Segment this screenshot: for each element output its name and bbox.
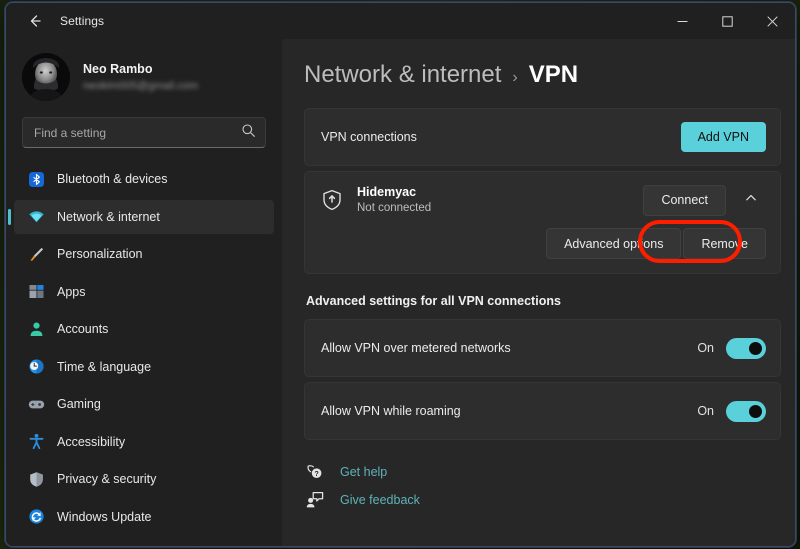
vpn-entry-card: Hidemyac Not connected Connect Advanced …	[304, 171, 781, 274]
main-content: Network & internet › VPN VPN connections…	[282, 39, 795, 546]
sidebar-item-accessibility[interactable]: Accessibility	[14, 425, 274, 459]
give-feedback-label: Give feedback	[340, 493, 420, 507]
get-help-label: Get help	[340, 465, 388, 479]
sidebar-item-personalization[interactable]: Personalization	[14, 237, 274, 271]
sidebar-item-label: Time & language	[57, 359, 152, 374]
allow-metered-card: Allow VPN over metered networks On	[304, 319, 781, 377]
allow-metered-label: Allow VPN over metered networks	[321, 341, 511, 355]
allow-roaming-row: Allow VPN while roaming On	[305, 383, 780, 439]
sidebar-item-apps[interactable]: Apps	[14, 275, 274, 309]
back-button[interactable]	[18, 6, 52, 36]
search-icon	[241, 123, 256, 143]
sidebar-item-bluetooth-devices[interactable]: Bluetooth & devices	[14, 162, 274, 196]
allow-roaming-state: On	[697, 404, 714, 418]
sidebar-item-privacy-security[interactable]: Privacy & security	[14, 462, 274, 496]
allow-roaming-label: Allow VPN while roaming	[321, 404, 461, 418]
help-icon: ?	[306, 463, 324, 481]
user-avatar	[22, 53, 70, 101]
sidebar-item-label: Accounts	[57, 322, 109, 336]
vpn-entry-status: Not connected	[357, 201, 432, 214]
breadcrumb: Network & internet › VPN	[304, 39, 781, 108]
gamepad-icon	[28, 396, 45, 413]
person-icon	[28, 321, 45, 338]
vpn-entry-name: Hidemyac	[357, 184, 417, 199]
sidebar-item-label: Apps	[57, 284, 86, 299]
vpn-entry-row[interactable]: Hidemyac Not connected Connect	[305, 172, 780, 228]
update-icon	[28, 508, 45, 525]
settings-window: Settings Neo Rambo neokim005@gmail.com F…	[5, 2, 796, 547]
breadcrumb-separator-icon: ›	[512, 69, 518, 86]
breadcrumb-parent[interactable]: Network & internet	[304, 61, 501, 89]
vpn-connections-row: VPN connections Add VPN	[305, 109, 780, 165]
allow-metered-state: On	[697, 341, 714, 355]
allow-metered-toggle[interactable]	[726, 337, 766, 359]
add-vpn-button[interactable]: Add VPN	[680, 122, 766, 152]
allow-roaming-toggle[interactable]	[726, 400, 766, 422]
advanced-options-button[interactable]: Advanced options	[546, 228, 682, 259]
sidebar-item-network-internet[interactable]: Network & internet	[14, 199, 274, 234]
allow-metered-row: Allow VPN over metered networks On	[305, 320, 780, 376]
vpn-shield-icon	[319, 187, 345, 213]
apps-icon	[28, 283, 45, 300]
sidebar-item-windows-update[interactable]: Windows Update	[14, 500, 274, 534]
title-bar: Settings	[6, 3, 795, 39]
remove-button[interactable]: Remove	[683, 228, 766, 259]
get-help-link[interactable]: ? Get help	[306, 458, 781, 486]
vpn-entry-expander[interactable]	[736, 185, 766, 215]
maximize-button[interactable]	[705, 3, 750, 39]
account-email: neokim005@gmail.com	[83, 79, 199, 92]
sidebar-item-accounts[interactable]: Accounts	[14, 312, 274, 346]
sidebar-item-label: Network & internet	[57, 209, 160, 224]
give-feedback-link[interactable]: Give feedback	[306, 486, 781, 514]
chevron-up-icon	[744, 191, 758, 210]
search-box[interactable]	[22, 117, 266, 148]
connect-button[interactable]: Connect	[643, 184, 726, 216]
footer-links: ? Get help Give feedback	[304, 458, 781, 514]
account-block[interactable]: Neo Rambo neokim005@gmail.com	[6, 39, 282, 117]
sidebar-item-label: Personalization	[57, 247, 143, 261]
sidebar-item-label: Gaming	[57, 397, 101, 411]
clock-icon	[28, 358, 45, 375]
page-title: VPN	[528, 61, 579, 88]
sidebar-item-time-language[interactable]: Time & language	[14, 350, 274, 384]
minimize-button[interactable]	[660, 3, 705, 39]
vpn-connections-label: VPN connections	[321, 130, 417, 144]
window-title: Settings	[60, 14, 105, 28]
back-arrow-icon	[26, 12, 44, 30]
search-input[interactable]	[34, 125, 241, 140]
paintbrush-icon	[28, 246, 45, 263]
allow-roaming-card: Allow VPN while roaming On	[304, 382, 781, 440]
vpn-connections-card: VPN connections Add VPN	[304, 108, 781, 166]
vpn-entry-actions: Advanced options Remove	[305, 220, 780, 273]
accessibility-icon	[28, 433, 45, 450]
close-button[interactable]	[750, 3, 795, 39]
sidebar-item-label: Accessibility	[57, 434, 126, 449]
feedback-icon	[306, 491, 324, 509]
wifi-icon	[28, 208, 45, 225]
shield-icon	[28, 471, 45, 488]
svg-text:?: ?	[314, 471, 318, 478]
bluetooth-icon	[28, 171, 45, 188]
advanced-settings-heading: Advanced settings for all VPN connection…	[306, 294, 561, 308]
caption-buttons	[660, 3, 795, 39]
sidebar-nav: Bluetooth & devices Network & internet P…	[6, 162, 282, 546]
sidebar-item-gaming[interactable]: Gaming	[14, 387, 274, 421]
sidebar: Neo Rambo neokim005@gmail.com Find a set…	[6, 39, 282, 546]
sidebar-item-label: Bluetooth & devices	[57, 172, 168, 186]
sidebar-item-label: Privacy & security	[57, 472, 157, 486]
account-name: Neo Rambo	[83, 61, 153, 76]
sidebar-item-label: Windows Update	[57, 509, 152, 524]
